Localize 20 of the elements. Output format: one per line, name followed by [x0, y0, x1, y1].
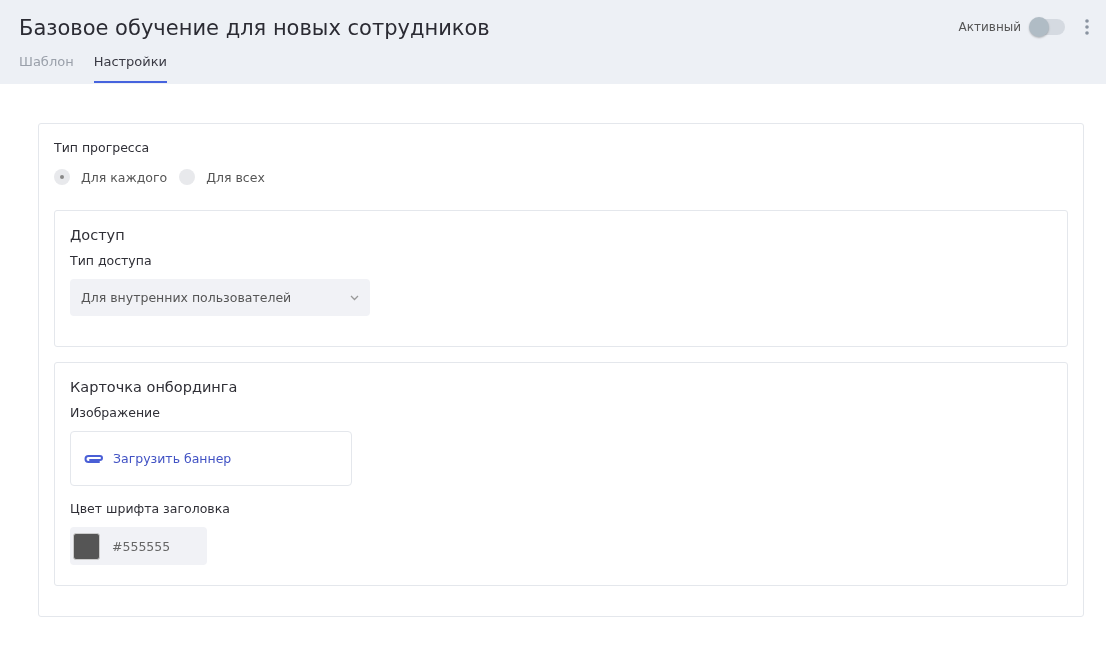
active-toggle[interactable]: [1031, 19, 1065, 35]
chevron-down-icon: [350, 294, 359, 301]
field-label: Изображение: [70, 405, 161, 420]
access-type-dropdown[interactable]: Для внутренних пользователей: [70, 279, 370, 316]
tab[interactable]: Настройки: [93, 54, 168, 83]
section-title: Доступ: [70, 227, 126, 243]
active-label: Активный: [958, 20, 1021, 34]
radio-label: Для каждого: [81, 169, 168, 185]
upload-banner-link[interactable]: Загрузить баннер: [83, 451, 232, 466]
page-title: Базовое обучение для новых сотрудников: [19, 15, 491, 40]
field-label: Тип доступа: [70, 253, 153, 268]
color-field[interactable]: #555555: [70, 527, 207, 565]
field-label: Цвет шрифта заголовка: [70, 501, 231, 516]
paperclip-icon: [83, 452, 105, 465]
radio-label: Для всех: [206, 169, 265, 185]
field-label: Тип прогресса: [54, 140, 151, 155]
color-swatch: [73, 532, 100, 560]
more-menu-icon[interactable]: [1085, 19, 1089, 35]
radio-button[interactable]: [54, 169, 70, 185]
section-title: Карточка онбординга: [70, 379, 239, 395]
